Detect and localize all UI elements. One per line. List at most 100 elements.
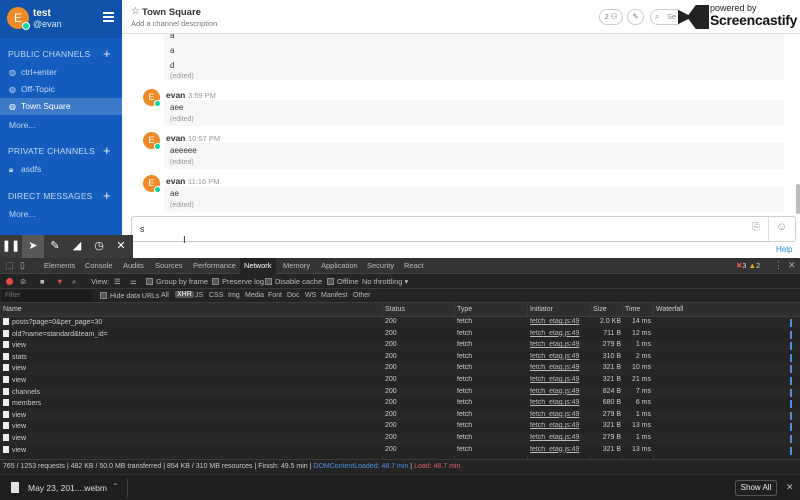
device-toolbar-icon[interactable]: ▯ xyxy=(20,260,25,271)
show-all-button[interactable]: Show All xyxy=(735,480,777,496)
tab-application[interactable]: Application xyxy=(321,261,358,270)
tab-react[interactable]: React xyxy=(404,261,424,270)
throttling-select[interactable]: No throttling ▾ xyxy=(362,277,408,286)
more-options-icon[interactable]: ⋮ xyxy=(774,260,783,271)
chevron-down-icon[interactable]: ⌄ xyxy=(195,5,203,16)
filter-xhr[interactable]: XHR xyxy=(175,291,194,298)
cell-initiator[interactable]: fetch_etag.js:49 xyxy=(530,353,588,360)
table-row[interactable]: posts?page=0&per_page=30 200 fetch fetch_et… xyxy=(0,317,800,329)
more-direct-messages-link[interactable]: More... xyxy=(9,209,35,219)
post-author[interactable]: evan xyxy=(166,90,185,100)
table-row[interactable]: view 200 fetch fetch_etag.js:49 321 B 10 ms xyxy=(0,363,800,375)
post-time[interactable]: 10:57 PM xyxy=(188,134,220,143)
group-by-frame-checkbox[interactable]: Group by frame xyxy=(146,277,208,286)
post-list-scrollbar[interactable] xyxy=(796,184,800,214)
add-direct-message-button[interactable]: + xyxy=(103,189,111,202)
table-row[interactable]: view 200 fetch fetch_etag.js:49 321 B 13 ms xyxy=(0,444,800,457)
pointer-icon[interactable]: ➤ xyxy=(22,235,44,258)
screenshot-icon[interactable]: ■ xyxy=(40,277,45,286)
eraser-icon[interactable]: ◢ xyxy=(66,235,88,258)
table-row[interactable]: channels 200 fetch fetch_etag.js:49 824 B 7 m… xyxy=(0,386,800,399)
hamburger-menu-icon[interactable] xyxy=(103,12,114,22)
filter-icon[interactable]: ▼ xyxy=(56,277,63,286)
search-icon[interactable]: ⌕ xyxy=(72,277,76,287)
inspect-icon[interactable]: ⬚ xyxy=(5,260,14,271)
hide-data-urls-checkbox[interactable]: Hide data URLs xyxy=(100,292,159,300)
sidebar-item-asdfs[interactable]: 🔒︎ asdfs xyxy=(0,161,122,178)
waterfall-view-icon[interactable]: ⚌ xyxy=(130,277,137,286)
column-header-initiator[interactable]: Initiator xyxy=(530,306,553,313)
add-private-channel-button[interactable]: + xyxy=(103,144,111,157)
tab-sources[interactable]: Sources xyxy=(155,261,183,270)
post-author[interactable]: evan xyxy=(166,133,185,143)
post-time[interactable]: 3:59 PM xyxy=(188,91,216,100)
download-item-name[interactable]: May 23, 201....webm xyxy=(28,483,107,493)
cell-initiator[interactable]: fetch_etag.js:49 xyxy=(530,388,588,395)
filter-all[interactable]: All xyxy=(161,292,169,299)
filter-doc[interactable]: Doc xyxy=(287,292,299,299)
pause-icon[interactable]: ❚❚ xyxy=(0,235,22,258)
table-row[interactable]: view 200 fetch fetch_etag.js:49 279 B 1 ms xyxy=(0,340,800,352)
pen-icon[interactable]: ✎ xyxy=(44,235,66,258)
filter-css[interactable]: CSS xyxy=(209,292,223,299)
channel-description[interactable]: Add a channel description xyxy=(131,19,217,28)
tab-security[interactable]: Security xyxy=(367,261,394,270)
column-header-name[interactable]: Name xyxy=(3,306,22,313)
sidebar-item-ctrl-enter[interactable]: ◍ ctrl+enter xyxy=(0,64,122,81)
filter-input[interactable]: Filter xyxy=(2,290,92,302)
tab-audits[interactable]: Audits xyxy=(123,261,144,270)
table-row[interactable]: view 200 fetch fetch_etag.js:49 321 B 21 ms xyxy=(0,375,800,387)
cell-initiator[interactable]: fetch_etag.js:49 xyxy=(530,434,588,441)
tab-console[interactable]: Console xyxy=(85,261,113,270)
table-row[interactable]: view 200 fetch fetch_etag.js:49 279 B 1 ms xyxy=(0,409,800,422)
filter-ws[interactable]: WS xyxy=(305,292,316,299)
column-header-waterfall[interactable]: Waterfall xyxy=(656,306,683,313)
table-row[interactable]: members 200 fetch fetch_etag.js:49 680 B 6 ms xyxy=(0,398,800,410)
tab-elements[interactable]: Elements xyxy=(44,261,75,270)
timer-icon[interactable]: ◷ xyxy=(88,235,110,258)
cell-initiator[interactable]: fetch_etag.js:49 xyxy=(530,364,588,371)
message-input[interactable]: s ⎘ ☺ xyxy=(131,216,796,242)
filter-js[interactable]: JS xyxy=(195,292,203,299)
tab-memory[interactable]: Memory xyxy=(283,261,310,270)
filter-manifest[interactable]: Manifest xyxy=(321,292,347,299)
close-icon[interactable]: ✕ xyxy=(110,235,132,258)
post-time[interactable]: 11:16 PM xyxy=(188,177,220,186)
add-public-channel-button[interactable]: + xyxy=(103,47,111,60)
sidebar-item-off-topic[interactable]: ◍ Off-Topic xyxy=(0,81,122,98)
filter-font[interactable]: Font xyxy=(268,292,282,299)
tab-performance[interactable]: Performance xyxy=(193,261,236,270)
column-header-type[interactable]: Type xyxy=(457,306,472,313)
column-header-status[interactable]: Status xyxy=(385,306,405,313)
member-count-button[interactable]: 2 ⚇ xyxy=(599,9,623,25)
post-author[interactable]: evan xyxy=(166,176,185,186)
cell-initiator[interactable]: fetch_etag.js:49 xyxy=(530,446,588,453)
star-icon[interactable]: ☆ xyxy=(131,6,140,17)
cell-initiator[interactable]: fetch_etag.js:49 xyxy=(530,330,588,337)
chevron-up-icon[interactable]: ⌃ xyxy=(112,482,119,491)
table-row[interactable]: view 200 fetch fetch_etag.js:49 321 B 13 ms xyxy=(0,421,800,433)
filter-media[interactable]: Media xyxy=(245,292,264,299)
disable-cache-checkbox[interactable]: Disable cache xyxy=(265,277,322,286)
cell-initiator[interactable]: fetch_etag.js:49 xyxy=(530,399,588,406)
help-link[interactable]: Help xyxy=(776,245,792,254)
close-icon[interactable]: ✕ xyxy=(788,260,796,271)
offline-checkbox[interactable]: Offline xyxy=(327,277,359,286)
attachment-icon[interactable]: ⎘ xyxy=(752,222,760,233)
table-row[interactable]: stats 200 fetch fetch_etag.js:49 310 B 2 ms xyxy=(0,351,800,364)
filter-other[interactable]: Other xyxy=(353,292,371,299)
column-header-time[interactable]: Time xyxy=(625,306,640,313)
filter-img[interactable]: Img xyxy=(228,292,240,299)
cell-initiator[interactable]: fetch_etag.js:49 xyxy=(530,318,588,325)
cell-initiator[interactable]: fetch_etag.js:49 xyxy=(530,422,588,429)
cell-initiator[interactable]: fetch_etag.js:49 xyxy=(530,411,588,418)
record-icon[interactable] xyxy=(6,278,13,285)
sidebar-item-town-square[interactable]: ◍ Town Square xyxy=(0,98,122,115)
table-row[interactable]: view 200 fetch fetch_etag.js:49 279 B 1 ms xyxy=(0,433,800,445)
table-row[interactable]: old?name=standard&team_id= 200 fetch fetch_… xyxy=(0,328,800,341)
more-public-channels-link[interactable]: More... xyxy=(9,120,35,130)
preserve-log-checkbox[interactable]: Preserve log xyxy=(212,277,264,286)
clear-icon[interactable]: ⊘ xyxy=(20,277,26,286)
error-warning-counter[interactable]: ✖3 ▲2 xyxy=(736,261,760,270)
cell-initiator[interactable]: fetch_etag.js:49 xyxy=(530,376,588,383)
